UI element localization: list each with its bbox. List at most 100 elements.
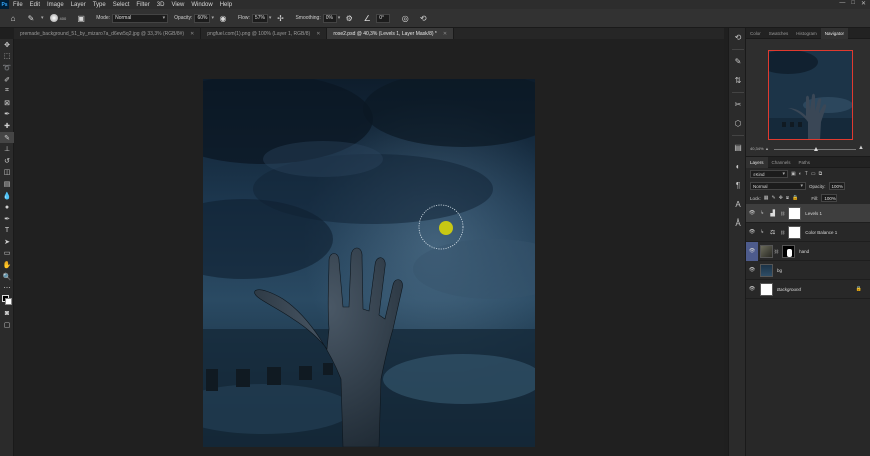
visibility-toggle[interactable]: 👁	[746, 280, 758, 299]
quick-select-tool-icon[interactable]: ✐	[0, 74, 14, 86]
smart-object-filter-icon[interactable]: ⧉	[819, 171, 823, 177]
crop-tool-icon[interactable]: ⌗	[0, 85, 14, 97]
tab-premade-background[interactable]: premade_background_51_by_mizaro7a_d6ew5q…	[14, 28, 202, 39]
navigator-zoom-value[interactable]: 40,34%	[750, 146, 764, 151]
tab-color[interactable]: Color	[746, 28, 765, 39]
visibility-toggle[interactable]: 👁	[746, 241, 758, 261]
close-window-button[interactable]: ✕	[861, 0, 866, 7]
layer-thumbnail[interactable]	[760, 263, 773, 277]
menu-edit[interactable]: Edit	[30, 2, 40, 8]
chevron-down-icon[interactable]: ▾	[338, 15, 341, 21]
link-icon[interactable]: ⛓	[774, 249, 779, 254]
layer-opacity-field[interactable]: 100%	[828, 182, 845, 190]
fill-field[interactable]: 100%	[821, 194, 838, 202]
brush-panel-icon[interactable]: ✎	[729, 52, 747, 71]
menu-view[interactable]: View	[171, 2, 184, 8]
history-icon[interactable]: ⟲	[729, 28, 747, 47]
lock-transparency-icon[interactable]: ▦	[764, 195, 769, 201]
menu-image[interactable]: Image	[47, 2, 64, 8]
background-color-swatch[interactable]	[5, 298, 12, 306]
lock-paint-icon[interactable]: ✎	[772, 195, 776, 201]
layer-color-balance-1[interactable]: 👁 ↳ ⚖ ⛓ Color Balance 1	[746, 223, 870, 242]
brush-tool-icon[interactable]: ✎	[26, 13, 36, 23]
home-icon[interactable]: ⌂	[8, 13, 18, 23]
pressure-size-icon[interactable]: ◎	[400, 13, 410, 23]
dodge-tool-icon[interactable]: ●	[0, 201, 14, 213]
close-icon[interactable]: ✕	[443, 31, 447, 37]
link-icon[interactable]: ⛓	[780, 230, 785, 235]
adjustments-icon[interactable]: ⇅	[729, 71, 747, 90]
lock-artboard-icon[interactable]: ⧈	[786, 195, 789, 201]
close-icon[interactable]: ✕	[190, 31, 194, 37]
glyphs-icon[interactable]: Å	[729, 214, 747, 233]
mode-select[interactable]: Normal ▾	[112, 13, 169, 23]
tab-histogram[interactable]: Histogram	[792, 28, 821, 39]
menu-layer[interactable]: Layer	[71, 2, 86, 8]
visibility-toggle[interactable]: 👁	[746, 223, 758, 242]
chevron-down-icon[interactable]: ▾	[211, 15, 214, 21]
layer-levels-1[interactable]: 👁 ↳ ▟ ⛓ Levels 1	[746, 204, 870, 223]
chevron-down-icon[interactable]: ▾	[269, 15, 272, 21]
link-icon[interactable]: ⛓	[780, 211, 785, 216]
frame-tool-icon[interactable]: ⊠	[0, 97, 14, 109]
layer-thumbnail[interactable]	[760, 244, 773, 258]
minimize-button[interactable]: —	[839, 0, 845, 7]
tab-rose2[interactable]: rose2.psd @ 40,3% (Levels 1, Layer Mask/…	[327, 28, 455, 39]
menu-window[interactable]: Window	[191, 2, 212, 8]
pen-tool-icon[interactable]: ✒	[0, 213, 14, 225]
smoothing-field[interactable]: 0%	[322, 13, 337, 23]
type-tool-icon[interactable]: T	[0, 225, 14, 237]
brush-settings-icon[interactable]: ▣	[76, 13, 86, 23]
hand-tool-icon[interactable]: ✋	[0, 259, 14, 271]
character-icon[interactable]: A	[729, 195, 747, 214]
maximize-button[interactable]: □	[851, 0, 855, 7]
properties-icon[interactable]: ▤	[729, 138, 747, 157]
layer-thumbnail[interactable]	[760, 282, 773, 296]
tab-channels[interactable]: Channels	[768, 157, 795, 168]
healing-brush-tool-icon[interactable]: ✚	[0, 120, 14, 132]
lock-all-icon[interactable]: 🔒	[792, 195, 798, 201]
document-workspace[interactable]	[14, 39, 724, 456]
tab-pngfuel[interactable]: pngfuel.com(1).png @ 100% (Layer 1, RGB/…	[201, 28, 328, 39]
flow-field[interactable]: 57%	[251, 13, 268, 23]
zoom-tool-icon[interactable]: 🔍	[0, 271, 14, 283]
blend-mode-select[interactable]: Normal ▾	[750, 182, 806, 190]
layer-mask-thumbnail[interactable]	[782, 244, 796, 258]
path-selection-tool-icon[interactable]: ➤	[0, 236, 14, 248]
marquee-tool-icon[interactable]: ⬚	[0, 51, 14, 63]
close-icon[interactable]: ✕	[316, 31, 320, 37]
blur-tool-icon[interactable]: 💧	[0, 190, 14, 202]
gradient-tool-icon[interactable]: ▤	[0, 178, 14, 190]
tab-paths[interactable]: Paths	[795, 157, 815, 168]
screen-mode-icon[interactable]: ▢	[0, 320, 14, 332]
zoom-out-icon[interactable]: ▲	[765, 146, 769, 151]
brush-preset-picker[interactable]	[49, 14, 58, 22]
layer-mask-thumbnail[interactable]	[788, 225, 802, 239]
3d-icon[interactable]: ⬡	[729, 114, 747, 133]
visibility-toggle[interactable]: 👁	[746, 261, 758, 280]
shape-tool-icon[interactable]: ▭	[0, 248, 14, 260]
menu-help[interactable]: Help	[220, 2, 232, 8]
layer-hand[interactable]: 👁 ⛓ hand	[746, 241, 870, 261]
tab-swatches[interactable]: Swatches	[765, 28, 793, 39]
chevron-down-icon[interactable]: ▾	[41, 15, 44, 21]
document-canvas[interactable]	[203, 79, 535, 447]
navigator-zoom-slider[interactable]	[774, 147, 856, 151]
levels-adjustment-icon[interactable]: ▟	[766, 207, 779, 220]
quick-mask-icon[interactable]: ◙	[0, 308, 14, 320]
layer-mask-thumbnail[interactable]	[788, 206, 802, 220]
zoom-in-icon[interactable]: ▲	[858, 145, 864, 151]
shape-filter-icon[interactable]: ▭	[811, 171, 816, 177]
tools-preset-icon[interactable]: ✂	[729, 95, 747, 114]
pixel-filter-icon[interactable]: ▣	[791, 171, 796, 177]
visibility-toggle[interactable]: 👁	[746, 204, 758, 223]
gear-icon[interactable]: ⚙	[344, 13, 354, 23]
clone-stamp-tool-icon[interactable]: ⊥	[0, 143, 14, 155]
menu-3d[interactable]: 3D	[157, 2, 165, 8]
paragraph-icon[interactable]: ¶	[729, 176, 747, 195]
zoom-slider-handle[interactable]	[814, 147, 818, 151]
history-brush-tool-icon[interactable]: ↺	[0, 155, 14, 167]
menu-filter[interactable]: Filter	[136, 2, 149, 8]
navigator-thumbnail[interactable]	[768, 50, 853, 140]
eyedropper-tool-icon[interactable]: ✒	[0, 109, 14, 121]
